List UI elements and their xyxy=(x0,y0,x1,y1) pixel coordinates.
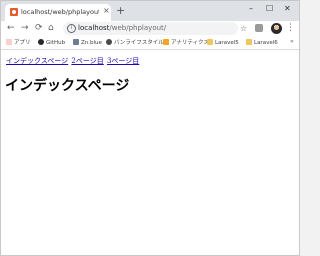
folder-icon xyxy=(246,39,252,45)
site-info-icon[interactable]: i xyxy=(67,24,76,33)
bookmark-analytics[interactable]: アナリティクス xyxy=(163,39,209,47)
bookmark-laravel5[interactable]: Laravel5 xyxy=(207,39,239,47)
tab-title: localhost/web/phplayout/ xyxy=(21,8,99,16)
folder-icon xyxy=(207,39,213,45)
link-page-3[interactable]: 3ページ目 xyxy=(107,57,139,65)
url-host: localhost xyxy=(78,24,110,32)
bookmark-zn-blue[interactable]: Zn.blue xyxy=(73,39,102,47)
analytics-icon xyxy=(163,39,169,45)
bookmark-label: Laravel6 xyxy=(254,40,278,46)
bookmark-label: バンライフスタイル xyxy=(114,40,164,46)
bookmark-vanlifestyle[interactable]: バンライフスタイル xyxy=(106,39,164,47)
minimize-icon[interactable]: – xyxy=(249,4,253,14)
page-nav: インデックスページ 2ページ目 3ページ目 xyxy=(6,56,140,66)
back-icon[interactable]: ← xyxy=(7,23,15,34)
tab-strip: localhost/web/phplayout/ × + – ☐ ✕ xyxy=(1,1,299,21)
maximize-icon[interactable]: ☐ xyxy=(266,4,273,14)
reload-icon[interactable]: ⟳ xyxy=(35,23,43,34)
github-icon xyxy=(38,39,44,45)
zn-icon xyxy=(73,39,79,45)
link-page-2[interactable]: 2ページ目 xyxy=(71,57,103,65)
forward-icon[interactable]: → xyxy=(21,23,29,34)
bookmark-label: Laravel5 xyxy=(215,40,239,46)
profile-avatar[interactable] xyxy=(271,23,282,34)
bookmark-label: GitHub xyxy=(46,40,66,46)
menu-icon[interactable]: ⋮ xyxy=(286,23,295,34)
browser-window: localhost/web/phplayout/ × + – ☐ ✕ ← → ⟳… xyxy=(0,0,300,256)
extension-icon[interactable] xyxy=(255,24,263,32)
tab-close-icon[interactable]: × xyxy=(103,6,110,16)
cloud-icon xyxy=(106,39,112,45)
active-tab[interactable]: localhost/web/phplayout/ × xyxy=(5,4,111,21)
url-path: /web/phplayout/ xyxy=(109,24,167,32)
bookmark-apps[interactable]: アプリ xyxy=(6,39,31,47)
browser-toolbar: ← → ⟳ ⌂ i localhost/web/phplayout/ ☆ ⋮ xyxy=(1,21,299,37)
home-icon[interactable]: ⌂ xyxy=(48,23,54,34)
page-title: インデックスページ xyxy=(5,78,130,94)
bookmarks-more-icon[interactable]: » xyxy=(290,38,294,45)
bookmark-label: Zn.blue xyxy=(81,40,102,46)
apps-icon xyxy=(6,39,12,45)
close-window-icon[interactable]: ✕ xyxy=(284,4,291,14)
page-content: インデックスページ 2ページ目 3ページ目 インデックスページ xyxy=(1,50,299,255)
site-favicon-icon xyxy=(10,8,18,16)
bookmarks-bar: アプリ GitHub Zn.blue バンライフスタイル アナリティクス Lar… xyxy=(1,37,299,50)
bookmark-label: アプリ xyxy=(14,40,31,46)
bookmark-github[interactable]: GitHub xyxy=(38,39,65,47)
new-tab-icon[interactable]: + xyxy=(116,5,125,17)
address-url[interactable]: localhost/web/phplayout/ xyxy=(78,24,166,32)
address-bar[interactable]: i localhost/web/phplayout/ xyxy=(63,22,238,35)
bookmark-laravel6[interactable]: Laravel6 xyxy=(246,39,278,47)
link-index[interactable]: インデックスページ xyxy=(6,57,68,65)
bookmark-label: アナリティクス xyxy=(171,40,209,46)
bookmark-star-icon[interactable]: ☆ xyxy=(240,23,247,34)
